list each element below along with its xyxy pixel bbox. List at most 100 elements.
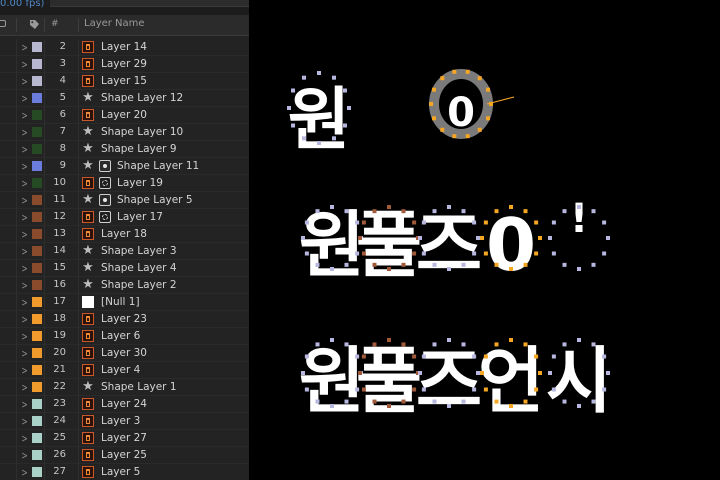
expand-twirl-icon[interactable]: > [21,279,27,292]
track-matte-icon[interactable] [99,211,111,223]
expand-twirl-icon[interactable]: > [21,381,27,394]
label-color-swatch[interactable] [32,348,42,358]
label-color-swatch[interactable] [32,280,42,290]
label-color-swatch[interactable] [32,331,42,341]
layer-name[interactable]: Shape Layer 3 [101,245,177,257]
search-input[interactable] [50,0,249,7]
expand-twirl-icon[interactable]: > [21,466,27,479]
label-color-swatch[interactable] [32,59,42,69]
label-color-swatch[interactable] [32,314,42,324]
label-color-swatch[interactable] [32,399,42,409]
layer-name[interactable]: Layer 20 [101,109,147,121]
column-divider[interactable] [44,18,45,32]
circle-effect-icon[interactable] [99,194,111,206]
expand-twirl-icon[interactable]: > [21,330,27,343]
layer-name[interactable]: Layer 29 [101,58,147,70]
expand-twirl-icon[interactable]: > [21,177,27,190]
layer-name[interactable]: Shape Layer 2 [101,279,177,291]
layer-name[interactable]: Layer 23 [101,313,147,325]
layer-row[interactable]: >25 Layer 27 [0,430,249,447]
expand-twirl-icon[interactable]: > [21,75,27,88]
label-color-swatch[interactable] [32,195,42,205]
layer-name[interactable]: Shape Layer 12 [101,92,183,104]
layer-row[interactable]: >12 Layer 17 [0,209,249,226]
layer-row[interactable]: >18 Layer 23 [0,311,249,328]
expand-twirl-icon[interactable]: > [21,398,27,411]
column-divider[interactable] [78,18,79,32]
layer-row[interactable]: >21 Layer 4 [0,362,249,379]
label-color-swatch[interactable] [32,297,42,307]
label-color-swatch[interactable] [32,93,42,103]
label-color-swatch[interactable] [32,144,42,154]
layer-name[interactable]: Layer 18 [101,228,147,240]
layer-row[interactable]: >22 ★ Shape Layer 1 [0,379,249,396]
expand-twirl-icon[interactable]: > [21,92,27,105]
layer-name[interactable]: Layer 19 [117,177,163,189]
expand-twirl-icon[interactable]: > [21,194,27,207]
layer-row[interactable]: >10 Layer 19 [0,175,249,192]
layer-row[interactable]: >13 Layer 18 [0,226,249,243]
layer-row[interactable]: >6 Layer 20 [0,107,249,124]
layer-name[interactable]: Layer 15 [101,75,147,87]
expand-twirl-icon[interactable]: > [21,364,27,377]
label-color-swatch[interactable] [32,212,42,222]
layer-name[interactable]: Layer 4 [101,364,140,376]
label-color-swatch[interactable] [32,467,42,477]
column-divider[interactable] [16,18,17,32]
expand-twirl-icon[interactable]: > [21,449,27,462]
expand-twirl-icon[interactable]: > [21,313,27,326]
label-color-swatch[interactable] [32,161,42,171]
layer-row[interactable]: >9 ★ Shape Layer 11 [0,158,249,175]
expand-twirl-icon[interactable]: > [21,143,27,156]
label-color-swatch[interactable] [32,433,42,443]
layer-name[interactable]: Layer 14 [101,41,147,53]
label-color-swatch[interactable] [32,42,42,52]
expand-twirl-icon[interactable]: > [21,262,27,275]
expand-twirl-icon[interactable]: > [21,228,27,241]
expand-twirl-icon[interactable]: > [21,160,27,173]
label-color-swatch[interactable] [32,229,42,239]
layer-row[interactable]: >24 Layer 3 [0,413,249,430]
expand-twirl-icon[interactable]: > [21,41,27,54]
layer-name[interactable]: Layer 3 [101,415,140,427]
expand-twirl-icon[interactable]: > [21,296,27,309]
layer-row[interactable]: >17 [Null 1] [0,294,249,311]
layer-name[interactable]: [Null 1] [101,296,140,308]
lock-icon[interactable] [0,20,6,27]
layer-row[interactable]: >4 Layer 15 [0,73,249,90]
label-tag-icon[interactable] [29,19,40,30]
layer-row[interactable]: >7 ★ Shape Layer 10 [0,124,249,141]
layer-row[interactable]: >20 Layer 30 [0,345,249,362]
layer-name[interactable]: Shape Layer 9 [101,143,177,155]
layer-name[interactable]: Shape Layer 1 [101,381,177,393]
layer-name[interactable]: Layer 5 [101,466,140,478]
expand-twirl-icon[interactable]: > [21,347,27,360]
layer-row[interactable]: >27 Layer 5 [0,464,249,480]
label-color-swatch[interactable] [32,110,42,120]
label-color-swatch[interactable] [32,246,42,256]
label-color-swatch[interactable] [32,263,42,273]
label-color-swatch[interactable] [32,382,42,392]
track-matte-icon[interactable] [99,177,111,189]
expand-twirl-icon[interactable]: > [21,58,27,71]
layer-number-column-header[interactable]: # [51,19,59,29]
layer-name[interactable]: Layer 6 [101,330,140,342]
layer-row[interactable]: >5 ★ Shape Layer 12 [0,90,249,107]
expand-twirl-icon[interactable]: > [21,245,27,258]
layer-row[interactable]: >15 ★ Shape Layer 4 [0,260,249,277]
layer-row[interactable]: >14 ★ Shape Layer 3 [0,243,249,260]
label-color-swatch[interactable] [32,76,42,86]
expand-twirl-icon[interactable]: > [21,432,27,445]
composition-viewer[interactable]: 원 0 원 풀 즈 0! 원 풀 즈 언 시 [249,0,720,480]
layer-name[interactable]: Shape Layer 4 [101,262,177,274]
circle-effect-icon[interactable] [99,160,111,172]
layer-row[interactable]: >19 Layer 6 [0,328,249,345]
layer-row[interactable]: >26 Layer 25 [0,447,249,464]
layer-row[interactable]: >8 ★ Shape Layer 9 [0,141,249,158]
layer-name[interactable]: Shape Layer 5 [117,194,193,206]
layer-row[interactable]: >2 Layer 14 [0,39,249,56]
layer-row[interactable]: >23 Layer 24 [0,396,249,413]
label-color-swatch[interactable] [32,450,42,460]
layer-name[interactable]: Layer 17 [117,211,163,223]
label-color-swatch[interactable] [32,178,42,188]
